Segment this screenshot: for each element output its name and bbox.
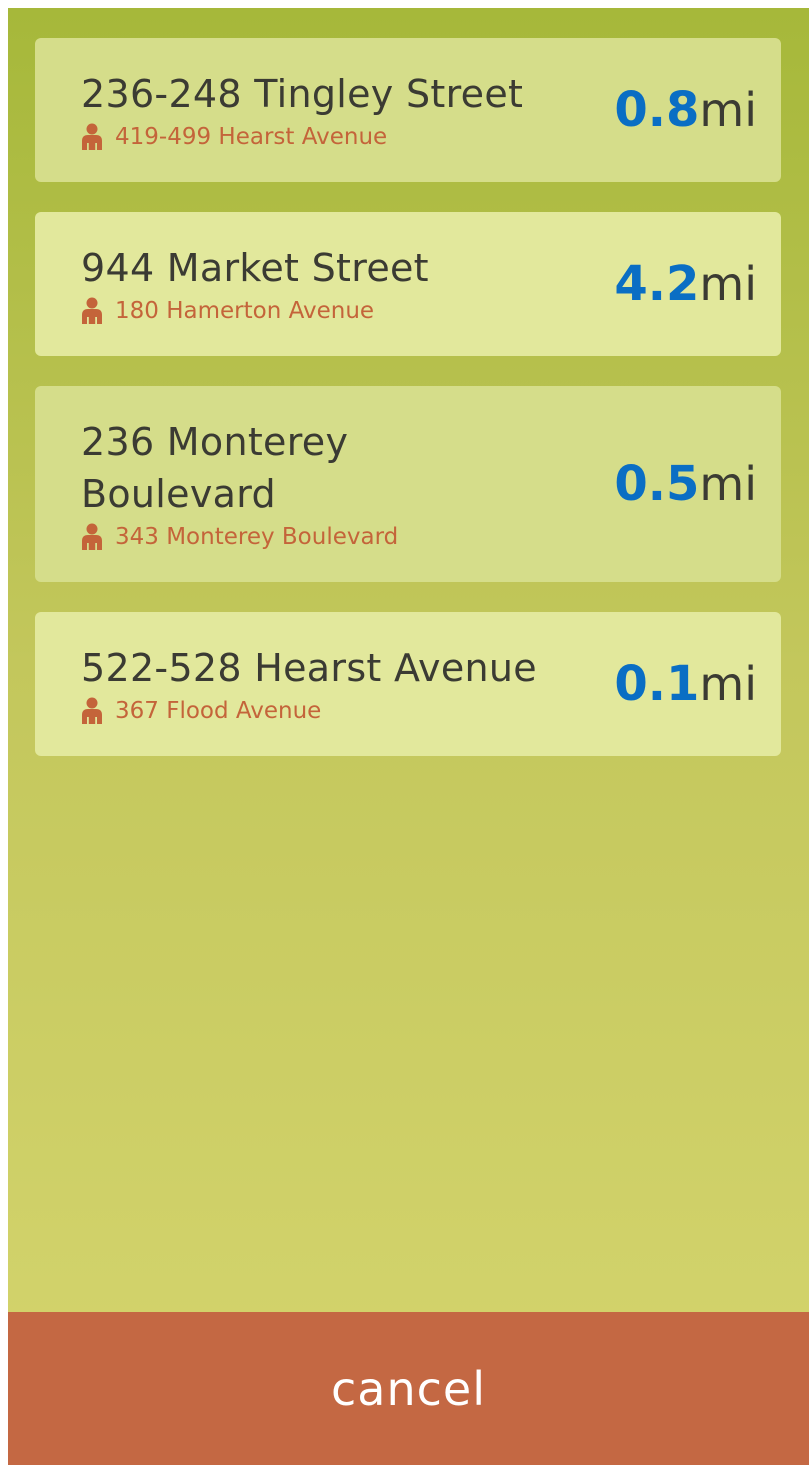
cancel-button[interactable]: cancel — [8, 1312, 809, 1465]
distance-value: 0.1mi — [614, 656, 757, 712]
result-title: 236 Monterey Boulevard — [81, 420, 349, 516]
result-title: 522-528 Hearst Avenue — [81, 646, 537, 690]
result-subtitle-row: 343 Monterey Boulevard — [81, 522, 614, 552]
result-title: 944 Market Street — [81, 246, 429, 290]
distance-unit: mi — [699, 257, 757, 311]
app-screen: 236-248 Tingley Street 419-499 Hearst Av… — [8, 8, 809, 1465]
person-icon — [82, 523, 102, 550]
result-info: 522-528 Hearst Avenue 367 Flood Avenue — [81, 642, 614, 726]
result-subtitle: 343 Monterey Boulevard — [115, 524, 399, 550]
result-subtitle: 419-499 Hearst Avenue — [115, 124, 388, 150]
result-info: 944 Market Street 180 Hamerton Avenue — [81, 242, 614, 326]
person-icon — [82, 297, 102, 324]
distance-unit: mi — [699, 457, 757, 511]
result-info: 236-248 Tingley Street 419-499 Hearst Av… — [81, 68, 614, 152]
person-icon — [82, 697, 102, 724]
result-card[interactable]: 236-248 Tingley Street 419-499 Hearst Av… — [35, 38, 781, 182]
distance-number: 0.1 — [614, 656, 700, 712]
distance-unit: mi — [699, 83, 757, 137]
result-card[interactable]: 236 Monterey Boulevard 343 Monterey Boul… — [35, 386, 781, 582]
results-list: 236-248 Tingley Street 419-499 Hearst Av… — [35, 38, 781, 786]
result-subtitle: 367 Flood Avenue — [115, 698, 322, 724]
distance-unit: mi — [699, 657, 757, 711]
distance-number: 0.5 — [614, 456, 700, 512]
distance-value: 4.2mi — [614, 256, 757, 312]
result-subtitle: 180 Hamerton Avenue — [115, 298, 375, 324]
distance-value: 0.5mi — [614, 456, 757, 512]
result-subtitle-row: 419-499 Hearst Avenue — [81, 122, 614, 152]
person-icon — [82, 123, 102, 150]
result-card[interactable]: 522-528 Hearst Avenue 367 Flood Avenue 0… — [35, 612, 781, 756]
result-subtitle-row: 180 Hamerton Avenue — [81, 296, 614, 326]
result-subtitle-row: 367 Flood Avenue — [81, 696, 614, 726]
distance-value: 0.8mi — [614, 82, 757, 138]
distance-number: 0.8 — [614, 82, 700, 138]
result-info: 236 Monterey Boulevard 343 Monterey Boul… — [81, 416, 614, 552]
result-title: 236-248 Tingley Street — [81, 72, 524, 116]
result-card[interactable]: 944 Market Street 180 Hamerton Avenue 4.… — [35, 212, 781, 356]
distance-number: 4.2 — [614, 256, 700, 312]
